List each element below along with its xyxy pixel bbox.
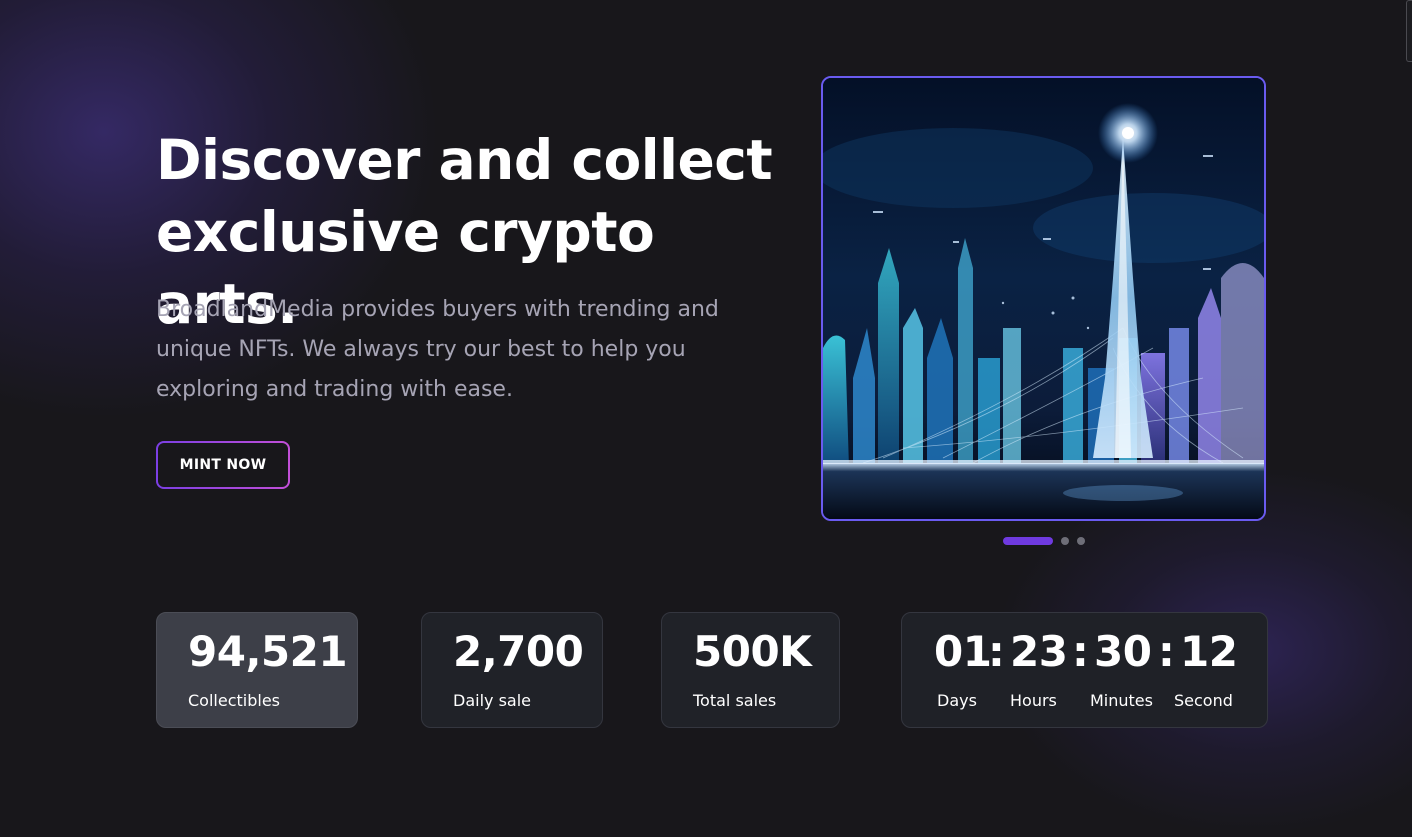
countdown-minutes-value: 30 — [1094, 627, 1152, 676]
stat-daily-sale-value: 2,700 — [453, 627, 584, 676]
countdown-seconds-label: Second — [1174, 691, 1233, 710]
stat-daily-sale-label: Daily sale — [453, 691, 531, 710]
page: Discover and collect exclusive crypto ar… — [0, 0, 1412, 837]
countdown-separator: : — [1072, 627, 1089, 676]
stat-collectibles-label: Collectibles — [188, 691, 280, 710]
countdown-seconds-value: 12 — [1180, 627, 1238, 676]
stat-card-total-sales: 500K Total sales — [661, 612, 840, 728]
mint-now-button[interactable]: MINT NOW — [156, 441, 290, 489]
artwork-image — [823, 78, 1264, 519]
stat-total-sales-label: Total sales — [693, 691, 777, 710]
hero-title-line-1: Discover and collect — [156, 128, 773, 192]
mint-now-button-label: MINT NOW — [158, 443, 288, 487]
stat-card-collectibles: 94,521 Collectibles — [156, 612, 358, 728]
stat-card-daily-sale: 2,700 Daily sale — [421, 612, 603, 728]
stat-collectibles-value: 94,521 — [188, 627, 348, 676]
countdown-days: 01 — [934, 627, 992, 676]
countdown-minutes: 30 — [1094, 627, 1152, 676]
countdown-days-value: 01 — [934, 627, 992, 676]
countdown-seconds: 12 — [1180, 627, 1238, 676]
featured-artwork[interactable] — [821, 76, 1266, 521]
carousel-dot-2[interactable] — [1061, 537, 1069, 545]
countdown-hours: 23 — [1010, 627, 1068, 676]
countdown-days-label: Days — [937, 691, 977, 710]
carousel-dot-3[interactable] — [1077, 537, 1085, 545]
stat-total-sales-value: 500K — [693, 627, 812, 676]
countdown-minutes-label: Minutes — [1090, 691, 1153, 710]
carousel-indicators — [1003, 537, 1085, 545]
countdown-separator: : — [988, 627, 1005, 676]
scrollbar-handle[interactable] — [1406, 0, 1412, 62]
countdown-separator: : — [1158, 627, 1175, 676]
countdown-timer: 01 : 23 : 30 : 12 Days Hours Minutes Sec… — [901, 612, 1268, 728]
carousel-dot-1-active[interactable] — [1003, 537, 1053, 545]
countdown-hours-value: 23 — [1010, 627, 1068, 676]
countdown-hours-label: Hours — [1010, 691, 1057, 710]
hero-description: BroadlandMedia provides buyers with tren… — [156, 297, 719, 402]
